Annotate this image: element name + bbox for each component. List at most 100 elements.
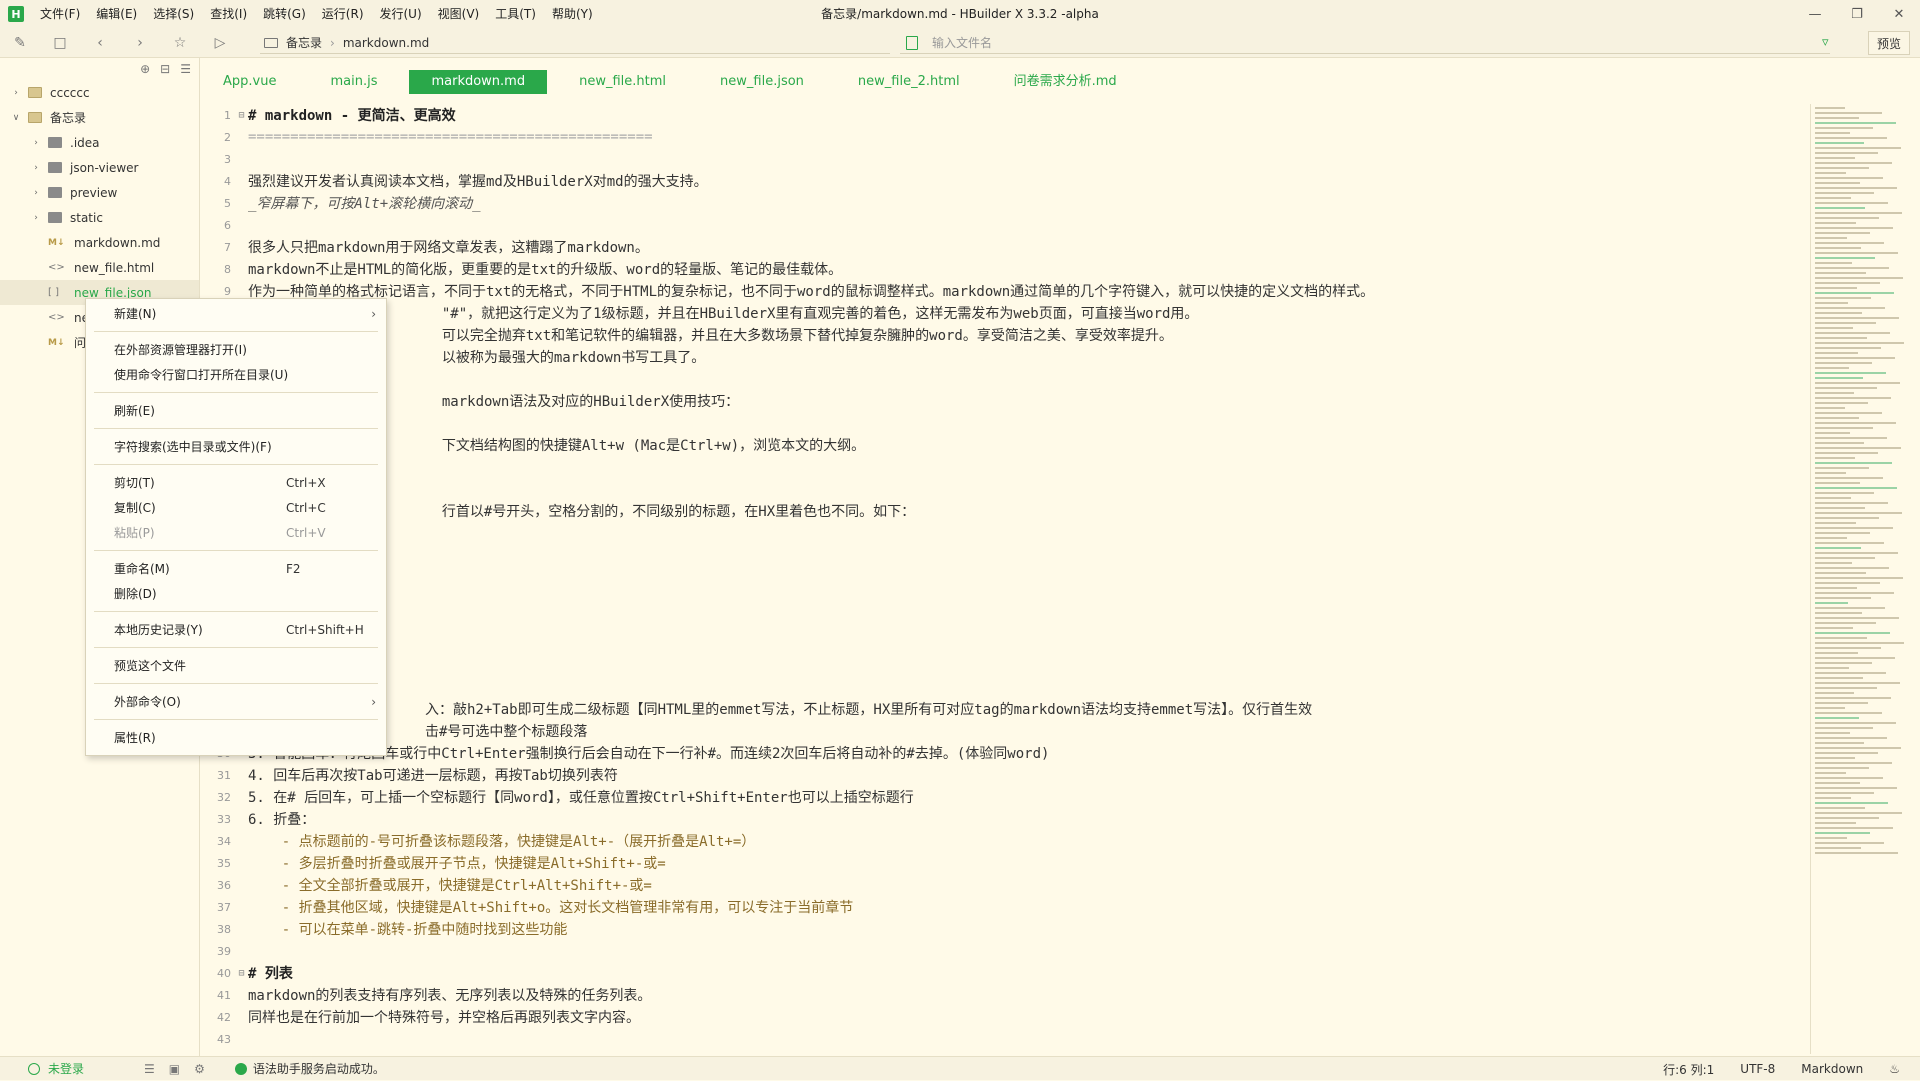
menu-item[interactable]: 查找(I) bbox=[202, 0, 255, 28]
editor-tab[interactable]: App.vue bbox=[201, 70, 298, 94]
plugin-icon[interactable]: ⚙ bbox=[194, 1062, 205, 1076]
context-menu-item[interactable]: 重命名(M) F2 bbox=[86, 556, 386, 581]
fold-toggle-icon[interactable]: ⊟ bbox=[235, 110, 248, 121]
chevron-down-icon: ∨ bbox=[12, 112, 20, 123]
code-editor[interactable]: 1 ⊟ # markdown - 更简洁、更高效 2 =================… bbox=[201, 104, 1809, 1054]
menu-item[interactable]: 帮助(Y) bbox=[544, 0, 601, 28]
minimap-line bbox=[1815, 397, 1891, 399]
code-text: - 全文全部折叠或展开，快捷键是Ctrl+Alt+Shift+-或= bbox=[248, 878, 652, 894]
context-menu-item[interactable]: 剪切(T) Ctrl+X bbox=[86, 470, 386, 495]
editor-tab[interactable]: new_file.html bbox=[557, 70, 688, 94]
menu-item[interactable]: 跳转(G) bbox=[255, 0, 314, 28]
tree-item[interactable]: › json-viewer bbox=[0, 155, 199, 180]
minimap-line bbox=[1815, 117, 1859, 119]
filter-icon[interactable]: ▿ bbox=[1822, 35, 1829, 50]
code-line: 6 bbox=[201, 214, 1809, 236]
login-status[interactable]: 未登录 bbox=[28, 1060, 84, 1077]
minimize-icon[interactable]: — bbox=[1794, 0, 1836, 28]
menu-item[interactable]: 选择(S) bbox=[145, 0, 202, 28]
close-icon[interactable]: ✕ bbox=[1878, 0, 1920, 28]
minimap-line bbox=[1815, 772, 1846, 774]
breadcrumb-project[interactable]: 备忘录 bbox=[286, 34, 322, 51]
editor-tab[interactable]: new_file.json bbox=[698, 70, 826, 94]
menu-separator bbox=[94, 464, 378, 465]
minimap-line bbox=[1815, 527, 1893, 529]
menu-item[interactable]: 视图(V) bbox=[430, 0, 488, 28]
editor-tab[interactable]: markdown.md bbox=[409, 70, 548, 94]
tree-item[interactable]: › cccccc bbox=[0, 80, 199, 105]
context-menu-item[interactable]: 外部命令(O) › bbox=[86, 689, 386, 714]
minimap-line bbox=[1815, 457, 1855, 459]
menu-separator bbox=[94, 611, 378, 612]
breadcrumb[interactable]: 备忘录 › markdown.md bbox=[260, 32, 890, 54]
encoding[interactable]: UTF-8 bbox=[1740, 1062, 1775, 1076]
tree-item[interactable]: › static bbox=[0, 205, 199, 230]
context-menu-item[interactable]: 删除(D) bbox=[86, 581, 386, 606]
fold-toggle-icon[interactable]: ⊟ bbox=[235, 968, 248, 979]
tree-item[interactable]: M↓ markdown.md bbox=[0, 230, 199, 255]
list-icon[interactable]: ☰ bbox=[144, 1062, 155, 1076]
menu-item[interactable]: 编辑(E) bbox=[88, 0, 145, 28]
minimap-line bbox=[1815, 632, 1890, 634]
line-number: 33 bbox=[217, 812, 231, 826]
tree-item-label: 备忘录 bbox=[50, 111, 87, 125]
editor-tab[interactable]: new_file_2.html bbox=[836, 70, 982, 94]
code-line: 击#号可选中整个标题段落 bbox=[201, 720, 1809, 742]
breadcrumb-file[interactable]: markdown.md bbox=[343, 36, 429, 50]
context-menu-item[interactable]: 预览这个文件 bbox=[86, 653, 386, 678]
code-line: 42 同样也是在行前加一个特殊符号，并空格后再跟列表文字内容。 bbox=[201, 1006, 1809, 1028]
menu-item[interactable]: 工具(T) bbox=[487, 0, 544, 28]
collapse-all-icon[interactable]: ⊟ bbox=[160, 62, 170, 76]
context-menu-item[interactable]: 新建(N) › bbox=[86, 301, 386, 326]
save-icon[interactable]: □ bbox=[40, 28, 80, 58]
minimap-line bbox=[1815, 627, 1853, 629]
run-icon[interactable]: ▷ bbox=[200, 28, 240, 58]
editor-tab[interactable]: main.js bbox=[308, 70, 399, 94]
minimap[interactable] bbox=[1810, 104, 1914, 1054]
status-right: 行:6 列:1 UTF-8 Markdown ♨ bbox=[1663, 1057, 1900, 1081]
editor-tab[interactable]: 问卷需求分析.md bbox=[992, 70, 1139, 94]
new-file-icon[interactable]: ✎ bbox=[0, 28, 40, 58]
context-menu-item[interactable]: 使用命令行窗口打开所在目录(U) bbox=[86, 362, 386, 387]
context-menu-item[interactable]: 本地历史记录(Y) Ctrl+Shift+H bbox=[86, 617, 386, 642]
context-menu-item[interactable]: 属性(R) bbox=[86, 725, 386, 750]
minimap-line bbox=[1815, 362, 1872, 364]
submenu-arrow-icon: › bbox=[371, 306, 376, 321]
file-search-input[interactable]: 输入文件名 bbox=[900, 32, 1830, 54]
tree-item[interactable]: › preview bbox=[0, 180, 199, 205]
menu-item[interactable]: 发行(U) bbox=[372, 0, 430, 28]
minimap-line bbox=[1815, 507, 1865, 509]
context-menu-item[interactable]: 字符搜索(选中目录或文件)(F) bbox=[86, 434, 386, 459]
context-menu-item[interactable]: 复制(C) Ctrl+C bbox=[86, 495, 386, 520]
tree-item[interactable]: ∨ 备忘录 bbox=[0, 105, 199, 130]
star-icon[interactable]: ☆ bbox=[160, 28, 200, 58]
line-number: 7 bbox=[224, 240, 231, 254]
context-menu-item[interactable]: 刷新(E) bbox=[86, 398, 386, 423]
bell-icon[interactable]: ♨ bbox=[1889, 1062, 1900, 1076]
folder-icon bbox=[264, 37, 278, 48]
explorer-actions: ⊕ ⊟ ☰ bbox=[0, 58, 199, 80]
terminal-icon[interactable]: ▣ bbox=[169, 1062, 180, 1076]
menu-item[interactable]: 运行(R) bbox=[314, 0, 372, 28]
context-menu-item[interactable]: 在外部资源管理器打开(I) bbox=[86, 337, 386, 362]
minimap-line bbox=[1815, 547, 1861, 549]
minimap-line bbox=[1815, 302, 1848, 304]
restore-icon[interactable]: ❐ bbox=[1836, 0, 1878, 28]
forward-icon[interactable]: › bbox=[120, 28, 160, 58]
minimap-line bbox=[1815, 562, 1852, 564]
shortcut-label: Ctrl+Shift+H bbox=[286, 622, 364, 637]
preview-button[interactable]: 预览 bbox=[1868, 31, 1910, 55]
menu-icon[interactable]: ☰ bbox=[180, 62, 191, 76]
status-bar: 未登录 ☰ ▣ ⚙ 语法助手服务启动成功。 行:6 列:1 UTF-8 Mark… bbox=[0, 1056, 1920, 1080]
tree-item[interactable]: › .idea bbox=[0, 130, 199, 155]
locate-icon[interactable]: ⊕ bbox=[140, 62, 150, 76]
cursor-position[interactable]: 行:6 列:1 bbox=[1663, 1061, 1714, 1078]
tree-item[interactable]: <> new_file.html bbox=[0, 255, 199, 280]
toolbar: ✎ □ ‹ › ☆ ▷ 备忘录 › markdown.md 输入文件名 ▿ 预览 bbox=[0, 28, 1920, 58]
back-icon[interactable]: ‹ bbox=[80, 28, 120, 58]
language-mode[interactable]: Markdown bbox=[1801, 1062, 1863, 1076]
minimap-line bbox=[1815, 532, 1870, 534]
menu-item[interactable]: 文件(F) bbox=[32, 0, 88, 28]
